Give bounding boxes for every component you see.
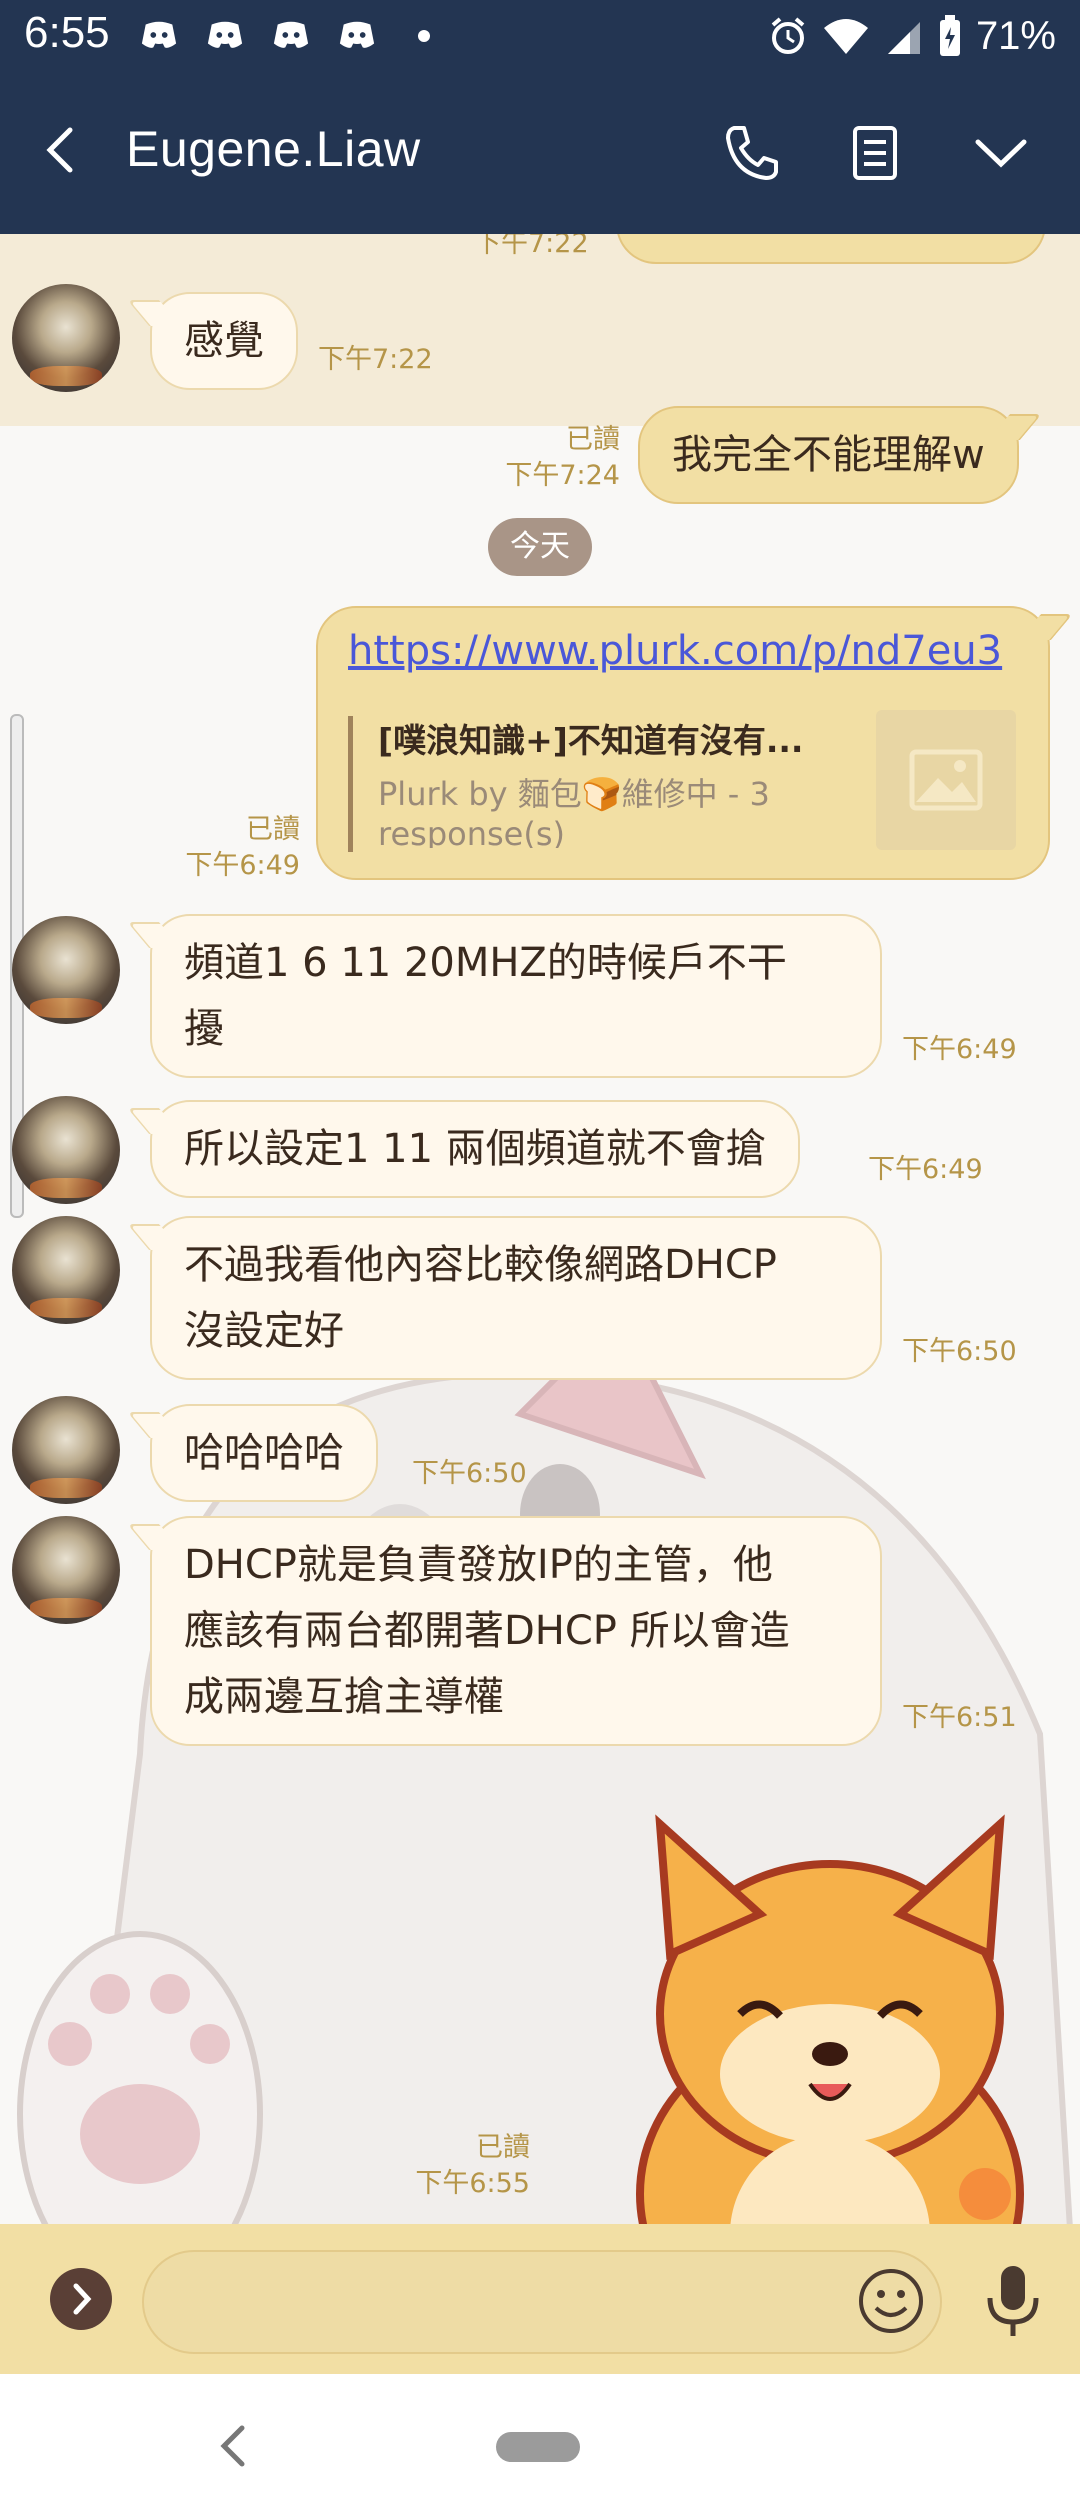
message-line: 成兩邊互搶主導權 bbox=[184, 1674, 504, 1720]
preview-quote-bar bbox=[348, 716, 353, 852]
phone-icon[interactable] bbox=[716, 118, 786, 188]
message-input-bar bbox=[0, 2224, 1080, 2374]
message-line: 沒設定好 bbox=[184, 1308, 344, 1354]
message-input[interactable] bbox=[142, 2250, 942, 2354]
chevron-down-icon[interactable] bbox=[966, 118, 1036, 188]
message-bubble-incoming[interactable]: 感覺 bbox=[150, 292, 298, 390]
message-line: 頻道1 6 11 20MHZ的時候戶不干 bbox=[184, 940, 787, 986]
message-bubble-incoming[interactable]: DHCP就是負責發放IP的主管，他 應該有兩台都開著DHCP 所以會造 成兩邊互… bbox=[150, 1516, 882, 1746]
signal-icon bbox=[887, 22, 920, 54]
system-nav-bar bbox=[0, 2374, 1080, 2520]
message-timestamp: 下午6:50 bbox=[902, 1336, 1017, 1367]
discord-icon bbox=[339, 21, 375, 48]
read-receipt: 已讀 下午7:24 bbox=[505, 424, 620, 491]
expand-button[interactable] bbox=[50, 2268, 112, 2330]
link-url[interactable]: https://www.plurk.com/p/nd7eu3 bbox=[348, 628, 1002, 674]
discord-icon bbox=[273, 21, 309, 48]
more-notifications-dot bbox=[418, 30, 430, 42]
message-line: DHCP就是負責發放IP的主管，他 bbox=[184, 1542, 773, 1588]
message-line: 應該有兩台都開著DHCP 所以會造 bbox=[184, 1608, 790, 1654]
status-right-icons: 71% bbox=[768, 8, 1056, 64]
status-bar: 6:55 71% bbox=[0, 0, 1080, 72]
message-timestamp: 下午6:50 bbox=[412, 1458, 527, 1489]
discord-icon bbox=[207, 21, 243, 48]
contact-name: Eugene.Liaw bbox=[126, 121, 421, 177]
battery-percentage: 71% bbox=[975, 13, 1056, 58]
message-bubble-incoming[interactable]: 所以設定1 11 兩個頻道就不會搶 bbox=[150, 1100, 800, 1198]
avatar[interactable] bbox=[12, 1216, 120, 1324]
preview-thumbnail bbox=[876, 710, 1016, 850]
message-timestamp: 下午7:22 bbox=[318, 344, 433, 375]
status-time: 6:55 bbox=[24, 8, 110, 57]
emoji-icon[interactable] bbox=[856, 2266, 926, 2336]
wifi-icon bbox=[823, 19, 868, 54]
battery-icon bbox=[939, 15, 960, 56]
read-receipt: 已讀 下午6:49 bbox=[185, 814, 300, 881]
home-pill[interactable] bbox=[496, 2432, 580, 2462]
message-timestamp: 下午6:55 bbox=[415, 2168, 530, 2199]
message-timestamp: 下午6:49 bbox=[868, 1154, 983, 1185]
message-line: 擾 bbox=[184, 1006, 224, 1052]
day-divider: 今天 bbox=[488, 518, 592, 576]
chat-header: Eugene.Liaw bbox=[0, 72, 1080, 234]
message-bubble-incoming[interactable]: 不過我看他內容比較像網路DHCP 沒設定好 bbox=[150, 1216, 882, 1380]
discord-icon bbox=[141, 21, 177, 48]
avatar[interactable] bbox=[12, 1516, 120, 1624]
nav-back-icon[interactable] bbox=[204, 2416, 264, 2476]
message-bubble-partial[interactable] bbox=[616, 234, 1046, 264]
chat-area[interactable]: 下午7:22 感覺 下午7:22 已讀 下午7:24 我完全不能理解w 今天 已… bbox=[0, 234, 1080, 2224]
avatar[interactable] bbox=[12, 1396, 120, 1504]
link-preview-bubble[interactable]: https://www.plurk.com/p/nd7eu3 [噗浪知識+]不知… bbox=[316, 606, 1050, 880]
message-bubble-outgoing[interactable]: 我完全不能理解w bbox=[638, 406, 1019, 504]
notes-icon[interactable] bbox=[840, 118, 910, 188]
expand-icon bbox=[73, 2283, 92, 2315]
message-timestamp: 下午7:24 bbox=[505, 460, 620, 491]
avatar[interactable] bbox=[12, 1096, 120, 1204]
avatar[interactable] bbox=[12, 284, 120, 392]
message-timestamp: 下午7:22 bbox=[474, 234, 589, 259]
mic-icon[interactable] bbox=[978, 2262, 1048, 2342]
message-timestamp: 下午6:49 bbox=[902, 1034, 1017, 1065]
message-bubble-incoming[interactable]: 哈哈哈哈 bbox=[150, 1404, 378, 1502]
message-timestamp: 下午6:49 bbox=[185, 850, 300, 881]
chevron-left-icon[interactable] bbox=[30, 118, 94, 182]
message-line: 不過我看他內容比較像網路DHCP bbox=[184, 1242, 777, 1288]
read-receipt: 已讀 下午6:55 bbox=[415, 2132, 530, 2199]
shiba-sticker bbox=[636, 1814, 1024, 2224]
image-placeholder-icon bbox=[909, 749, 983, 811]
message-timestamp: 下午6:51 bbox=[902, 1702, 1017, 1733]
avatar[interactable] bbox=[12, 916, 120, 1024]
alarm-icon bbox=[771, 17, 805, 54]
preview-title: [噗浪知識+]不知道有沒有... bbox=[378, 721, 804, 760]
preview-description: Plurk by 麵包🍞維修中 - 3 response(s) bbox=[378, 775, 770, 848]
message-bubble-incoming[interactable]: 頻道1 6 11 20MHZ的時候戶不干 擾 bbox=[150, 914, 882, 1078]
